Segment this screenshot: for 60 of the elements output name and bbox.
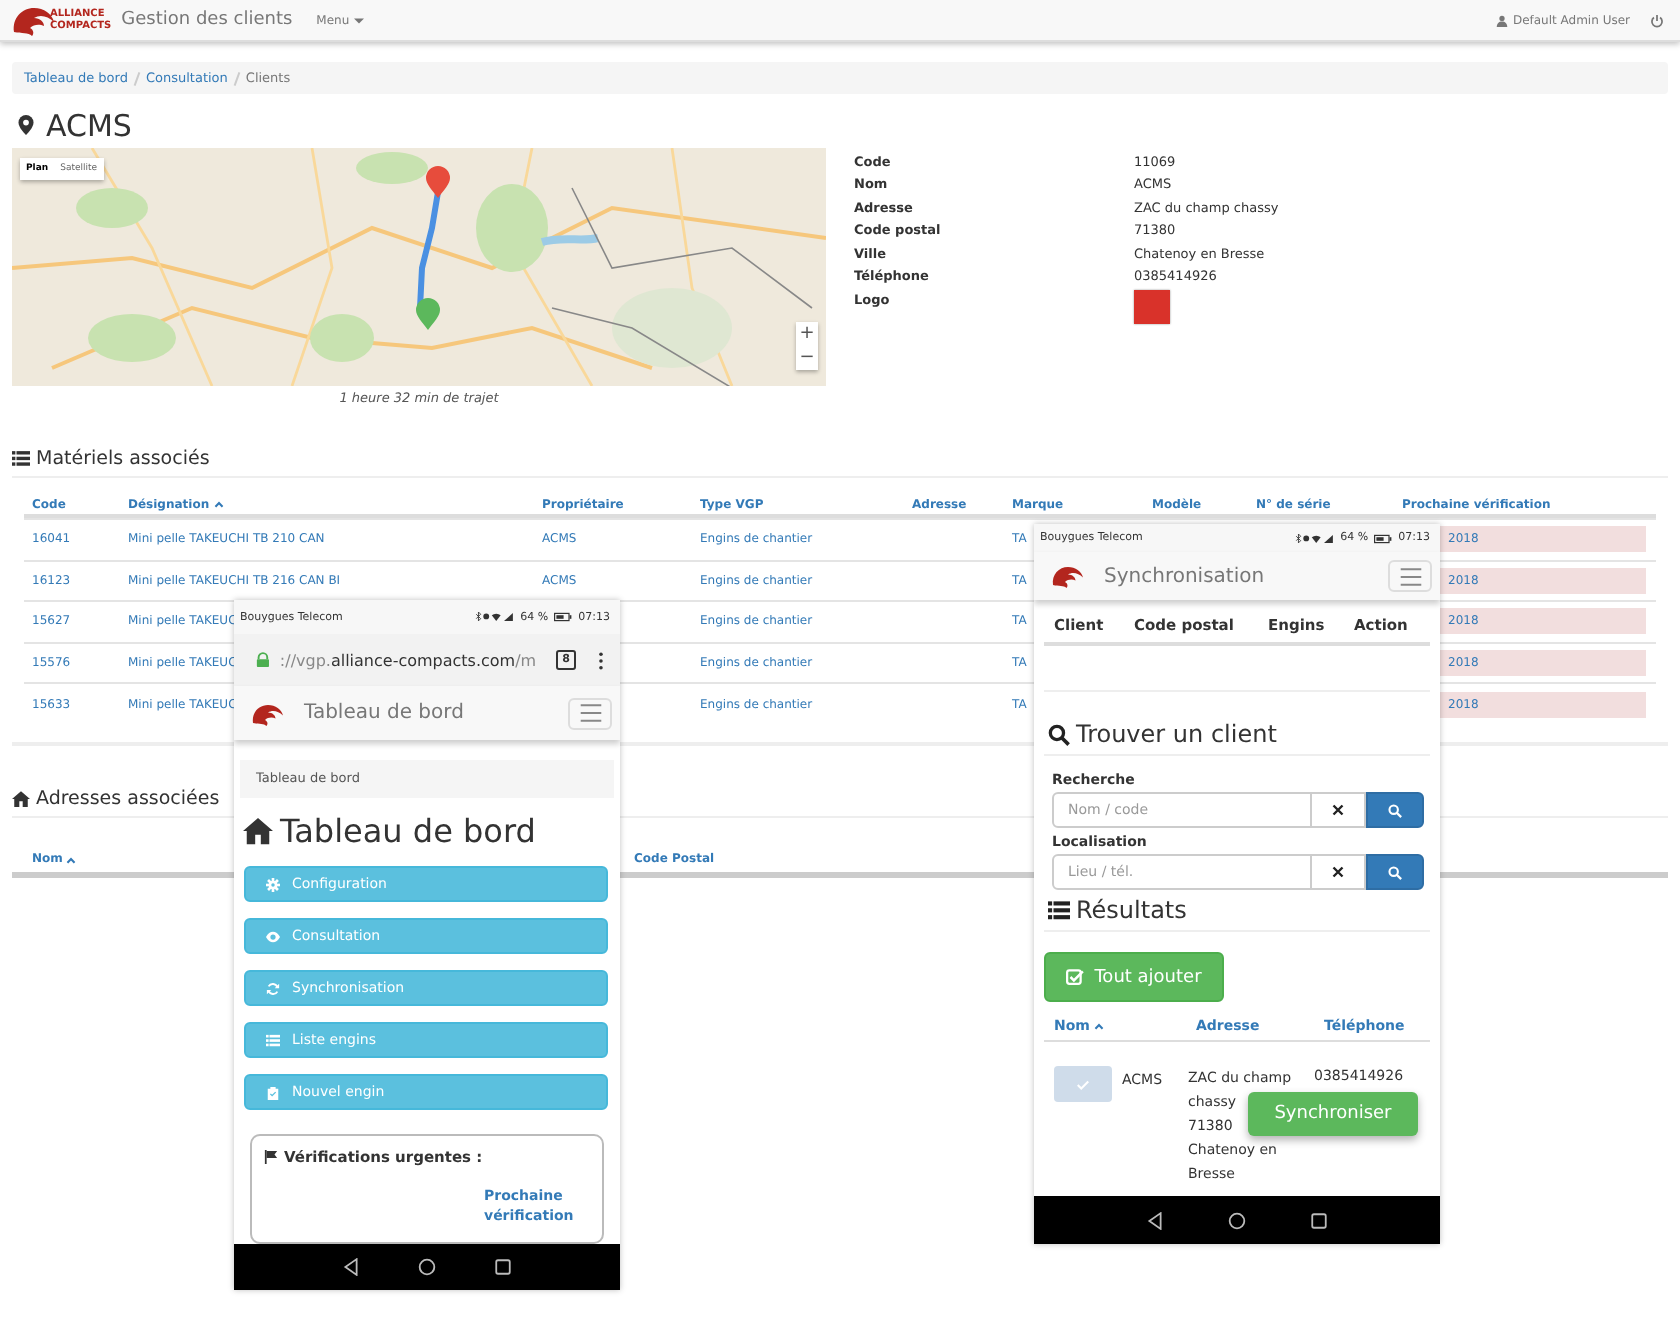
page-title: ACMS <box>46 107 132 143</box>
power-icon <box>1650 13 1664 27</box>
check-icon <box>1076 1077 1090 1091</box>
close-icon <box>1332 866 1344 878</box>
logo-image <box>1134 290 1170 324</box>
battery-icon <box>554 612 573 622</box>
battery-icon <box>1374 533 1393 543</box>
select-checkbox[interactable] <box>1054 1066 1112 1102</box>
home-icon <box>12 789 30 808</box>
eye-icon <box>266 929 280 943</box>
zoom-in-button[interactable]: + <box>796 322 818 346</box>
status-icons-drawing <box>1294 533 1335 543</box>
zoom-out-button[interactable]: − <box>796 346 818 370</box>
section-title: Résultats <box>1076 896 1187 924</box>
gear-icon <box>266 877 280 891</box>
page-heading: Tableau de bord <box>280 812 536 850</box>
menu-button[interactable] <box>1388 560 1432 592</box>
list-icon <box>1048 899 1070 921</box>
search-button[interactable] <box>1366 854 1424 890</box>
lock-icon <box>256 652 270 668</box>
app-title: Synchronisation <box>1104 565 1265 587</box>
sort-caret-icon <box>66 855 77 864</box>
back-icon <box>1146 1211 1164 1229</box>
status-icons-drawing <box>474 612 515 622</box>
refresh-icon <box>266 981 280 995</box>
clipboard-icon <box>266 1085 280 1099</box>
home-circle-icon <box>1228 1211 1246 1229</box>
url-text[interactable]: ://vgp.alliance-compacts.com/m <box>279 651 537 669</box>
search-button[interactable] <box>1366 792 1424 828</box>
search-icon <box>1388 865 1402 879</box>
caret-icon <box>353 17 364 23</box>
clear-button[interactable] <box>1312 854 1366 890</box>
app-title: Gestion des clients <box>121 10 293 30</box>
search-icon <box>1048 723 1070 745</box>
section-title: Adresses associées <box>36 787 220 810</box>
close-icon <box>1332 804 1344 816</box>
home-circle-icon <box>417 1258 436 1276</box>
user-icon <box>1496 13 1509 27</box>
list-icon <box>266 1033 280 1047</box>
app-title: Tableau de bord <box>304 702 464 724</box>
recents-icon <box>1310 1211 1328 1229</box>
list-icon <box>12 450 30 468</box>
flag-icon <box>264 1150 278 1164</box>
menu-icon <box>579 704 601 722</box>
menu-button[interactable] <box>568 697 612 729</box>
check-square-icon <box>1066 968 1085 986</box>
section-title: Matériels associés <box>36 448 210 470</box>
clear-button[interactable] <box>1312 792 1366 828</box>
kebab-menu-icon <box>598 651 604 669</box>
search-icon <box>1388 803 1402 817</box>
section-title: Trouver un client <box>1076 720 1277 748</box>
home-icon <box>242 816 274 846</box>
sort-caret-icon <box>1093 1022 1104 1030</box>
pin-icon <box>16 112 36 138</box>
back-icon <box>342 1258 361 1276</box>
sort-caret-icon <box>213 500 224 508</box>
menu-icon <box>1399 567 1421 585</box>
add-all-button[interactable]: Tout ajouter <box>1044 952 1224 1002</box>
synchronize-button[interactable]: Synchroniser <box>1248 1092 1418 1136</box>
recents-icon <box>493 1258 512 1276</box>
